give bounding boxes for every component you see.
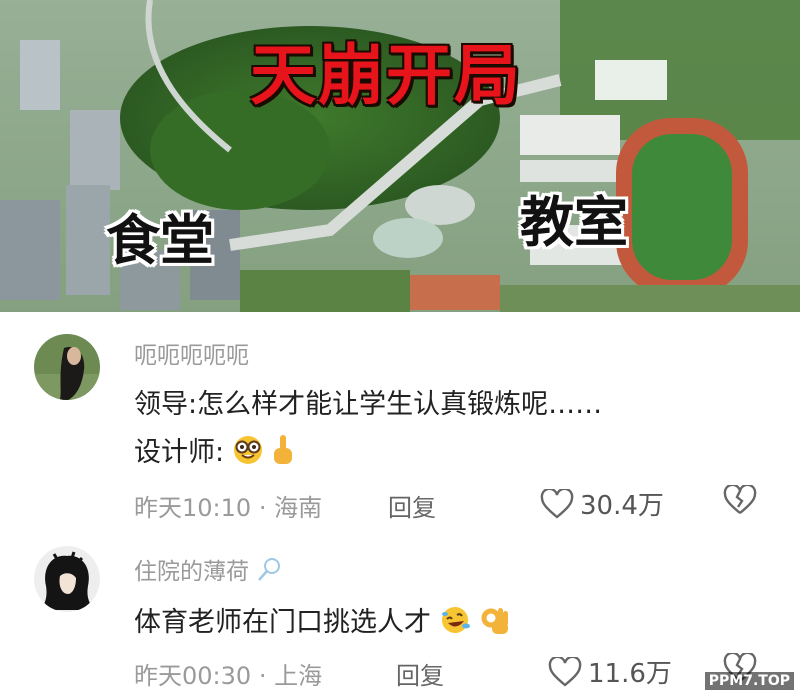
comment-meta: 昨天00:30 · 上海 <box>134 656 322 691</box>
like-count: 30.4万 <box>580 491 664 521</box>
nerd-face-emoji-icon <box>233 435 263 472</box>
classroom-label: 教室 <box>520 191 628 254</box>
ok-hand-emoji-icon <box>480 604 512 643</box>
comment-meta: 昨天10:10 · 海南 <box>134 488 322 523</box>
meta-separator: · <box>258 662 267 690</box>
comment-item: 住院的薄荷 体育老师在门口挑选人才 昨天00:30 · 上海 回复 11.6万 <box>0 522 800 692</box>
reply-button[interactable]: 回复 <box>388 488 436 523</box>
comment-text-line2-text: 设计师: <box>134 437 225 468</box>
avatar[interactable] <box>34 334 100 400</box>
comment-username-row: 住院的薄荷 <box>134 552 282 589</box>
point-up-hand-emoji-icon <box>271 434 295 473</box>
meta-separator: · <box>258 494 267 522</box>
avatar[interactable] <box>34 546 100 612</box>
comment-text-line1: 体育老师在门口挑选人才 <box>134 607 431 638</box>
cafeteria-label: 食堂 <box>106 209 214 272</box>
racket-icon <box>256 557 282 589</box>
like-button[interactable]: 30.4万 <box>540 485 664 522</box>
watermark: PPM7.TOP <box>704 672 794 690</box>
comment-location: 上海 <box>274 662 323 690</box>
like-button[interactable]: 11.6万 <box>548 653 672 690</box>
image-title-caption: 天崩开局 <box>250 37 522 114</box>
comment-time: 昨天10:10 <box>134 494 252 522</box>
aerial-campus-image: 天崩开局 食堂 教室 <box>0 0 800 312</box>
comment-text-line2: 设计师: <box>134 430 295 473</box>
comment-item: 呃呃呃呃呃 领导:怎么样才能让学生认真锻炼呢…… 设计师: 昨天10:10 · … <box>0 312 800 522</box>
comment-text-line1: 领导:怎么样才能让学生认真锻炼呢…… <box>134 389 603 420</box>
comment-time: 昨天00:30 <box>134 662 252 690</box>
broken-heart-icon <box>723 483 757 514</box>
heart-icon <box>540 488 574 519</box>
reply-button[interactable]: 回复 <box>396 656 444 691</box>
heart-icon <box>548 656 582 687</box>
like-count: 11.6万 <box>588 659 672 689</box>
comment-username[interactable]: 住院的薄荷 <box>134 559 249 585</box>
rofl-face-emoji-icon <box>440 605 472 642</box>
comment-username[interactable]: 呃呃呃呃呃 <box>134 336 249 370</box>
comment-text-line1-row: 体育老师在门口挑选人才 <box>134 600 512 643</box>
dislike-button[interactable] <box>722 483 758 519</box>
comment-location: 海南 <box>274 494 323 522</box>
